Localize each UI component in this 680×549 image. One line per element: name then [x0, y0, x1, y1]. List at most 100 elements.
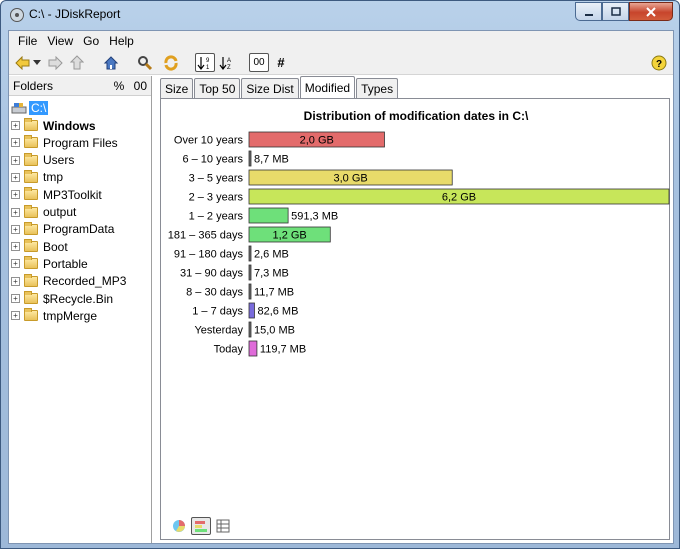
chart-bar[interactable] — [248, 245, 252, 262]
category-label: 91 – 180 days — [174, 249, 244, 261]
tree-root[interactable]: C:\ — [11, 99, 49, 116]
folder-tree-item[interactable]: + $Recycle.Bin — [11, 290, 113, 307]
bar-chart-icon — [195, 521, 207, 532]
folder-tree-item[interactable]: + Users — [11, 152, 74, 169]
chart-bar[interactable] — [248, 321, 252, 338]
expand-toggle-icon[interactable]: + — [11, 294, 20, 303]
minimize-icon — [584, 13, 593, 16]
percent-toggle[interactable]: % — [114, 79, 125, 93]
folder-tree-label: tmp — [43, 170, 64, 185]
title-bar[interactable]: C:\ - JDiskReport — [1, 1, 679, 29]
folder-tree-item[interactable]: + Program Files — [11, 134, 118, 151]
expand-toggle-icon[interactable]: + — [11, 172, 20, 182]
close-button[interactable] — [629, 2, 673, 21]
view-tabs: Size Top 50 Size Dist Modified Types — [160, 76, 399, 98]
category-label: 2 – 3 years — [189, 192, 244, 204]
category-label: Today — [214, 344, 244, 356]
menu-go[interactable]: Go — [78, 34, 104, 48]
expand-toggle-icon[interactable]: + — [11, 121, 20, 130]
menu-file[interactable]: File — [13, 34, 42, 48]
sort-by-name-button[interactable]: AZ — [217, 53, 237, 72]
forward-button[interactable] — [45, 53, 65, 72]
app-icon — [10, 8, 24, 22]
sort-descending-icon: 91 — [197, 56, 210, 71]
back-button[interactable] — [13, 53, 33, 72]
size-toggle[interactable]: 00 — [134, 79, 147, 93]
expand-toggle-icon[interactable]: + — [11, 190, 20, 200]
expand-toggle-icon[interactable]: + — [11, 259, 20, 269]
expand-toggle-icon[interactable]: + — [11, 155, 20, 165]
tab-top-50[interactable]: Top 50 — [194, 78, 241, 98]
chart-bar[interactable] — [248, 283, 252, 300]
tab-size[interactable]: Size — [160, 78, 194, 98]
tab-modified[interactable]: Modified — [299, 76, 356, 98]
show-size-button[interactable]: 00 — [249, 53, 269, 72]
sort-by-size-button[interactable]: 91 — [195, 53, 215, 72]
folder-tree-item[interactable]: + Windows — [11, 117, 96, 134]
value-label: 11,7 MB — [254, 287, 294, 299]
folder-tree-label: output — [43, 205, 77, 219]
expand-toggle-icon[interactable]: + — [11, 311, 20, 321]
folder-tree-item[interactable]: + output — [11, 204, 76, 221]
folder-tree-item[interactable]: + Boot — [11, 238, 68, 255]
folder-icon — [24, 291, 38, 304]
tab-size-dist[interactable]: Size Dist — [241, 78, 299, 98]
chart-bar[interactable] — [248, 264, 252, 281]
folder-icon — [24, 221, 38, 235]
menu-bar: File View Go Help — [9, 31, 673, 50]
svg-text:9: 9 — [206, 58, 210, 64]
tab-types[interactable]: Types — [356, 78, 399, 98]
chart-bar[interactable] — [248, 302, 255, 319]
folder-icon — [24, 256, 38, 270]
folder-icon — [24, 204, 38, 218]
table-view-button[interactable] — [213, 517, 233, 535]
folder-icon — [24, 118, 38, 131]
expand-toggle-icon[interactable]: + — [11, 224, 20, 234]
help-button[interactable]: ? — [649, 53, 669, 72]
expand-toggle-icon[interactable]: + — [11, 138, 20, 148]
search-icon — [138, 55, 153, 70]
chart-bar[interactable] — [248, 340, 258, 357]
refresh-button[interactable] — [161, 53, 181, 72]
modification-dates-chart: Over 10 years 2,0 GB 6 – 10 years 8,7 MB 3 –… — [168, 131, 670, 357]
menu-help[interactable]: Help — [104, 34, 139, 48]
folder-tree-item[interactable]: + tmp — [11, 169, 63, 186]
svg-text:1: 1 — [206, 65, 210, 71]
category-label: 31 – 90 days — [180, 268, 243, 280]
pie-chart-button[interactable] — [169, 517, 189, 535]
value-label: 15,0 MB — [254, 325, 295, 337]
chevron-down-icon — [33, 59, 41, 65]
category-label: 6 – 10 years — [182, 154, 243, 166]
folder-icon — [24, 152, 38, 166]
value-label: 1,2 GB — [273, 230, 307, 242]
show-count-button[interactable]: # — [271, 53, 291, 72]
search-button[interactable] — [135, 53, 155, 72]
minimize-button[interactable] — [575, 2, 602, 21]
folder-tree-item[interactable]: + Portable — [11, 255, 88, 272]
folder-icon — [24, 273, 38, 287]
value-label: 82,6 MB — [257, 306, 298, 318]
folder-tree-label: Recorded_MP3 — [43, 274, 127, 289]
category-label: Over 10 years — [174, 135, 244, 147]
expand-toggle-icon[interactable]: + — [11, 276, 20, 286]
svg-text:Z: Z — [227, 65, 231, 71]
home-button[interactable] — [101, 53, 121, 72]
up-button[interactable] — [67, 53, 87, 72]
menu-view[interactable]: View — [42, 34, 78, 48]
folder-tree-label: Windows — [43, 118, 96, 133]
maximize-button[interactable] — [602, 2, 629, 21]
folder-tree-item[interactable]: + Recorded_MP3 — [11, 273, 126, 290]
folder-tree-item[interactable]: + MP3Toolkit — [11, 186, 102, 203]
folder-tree-item[interactable]: + ProgramData — [11, 221, 114, 238]
home-icon — [103, 55, 119, 69]
folder-tree-item[interactable]: + tmpMerge — [11, 307, 97, 324]
tree-root-label: C:\ — [29, 100, 49, 115]
back-dropdown-button[interactable] — [31, 53, 43, 72]
chart-bar[interactable] — [248, 207, 289, 224]
toolbar: 91 AZ 00 # ? — [9, 50, 673, 75]
expand-toggle-icon[interactable]: + — [11, 242, 20, 252]
bar-chart-button[interactable] — [191, 517, 211, 535]
expand-toggle-icon[interactable]: + — [11, 207, 20, 217]
chart-bar[interactable] — [248, 150, 252, 167]
value-label: 2,0 GB — [300, 135, 334, 147]
